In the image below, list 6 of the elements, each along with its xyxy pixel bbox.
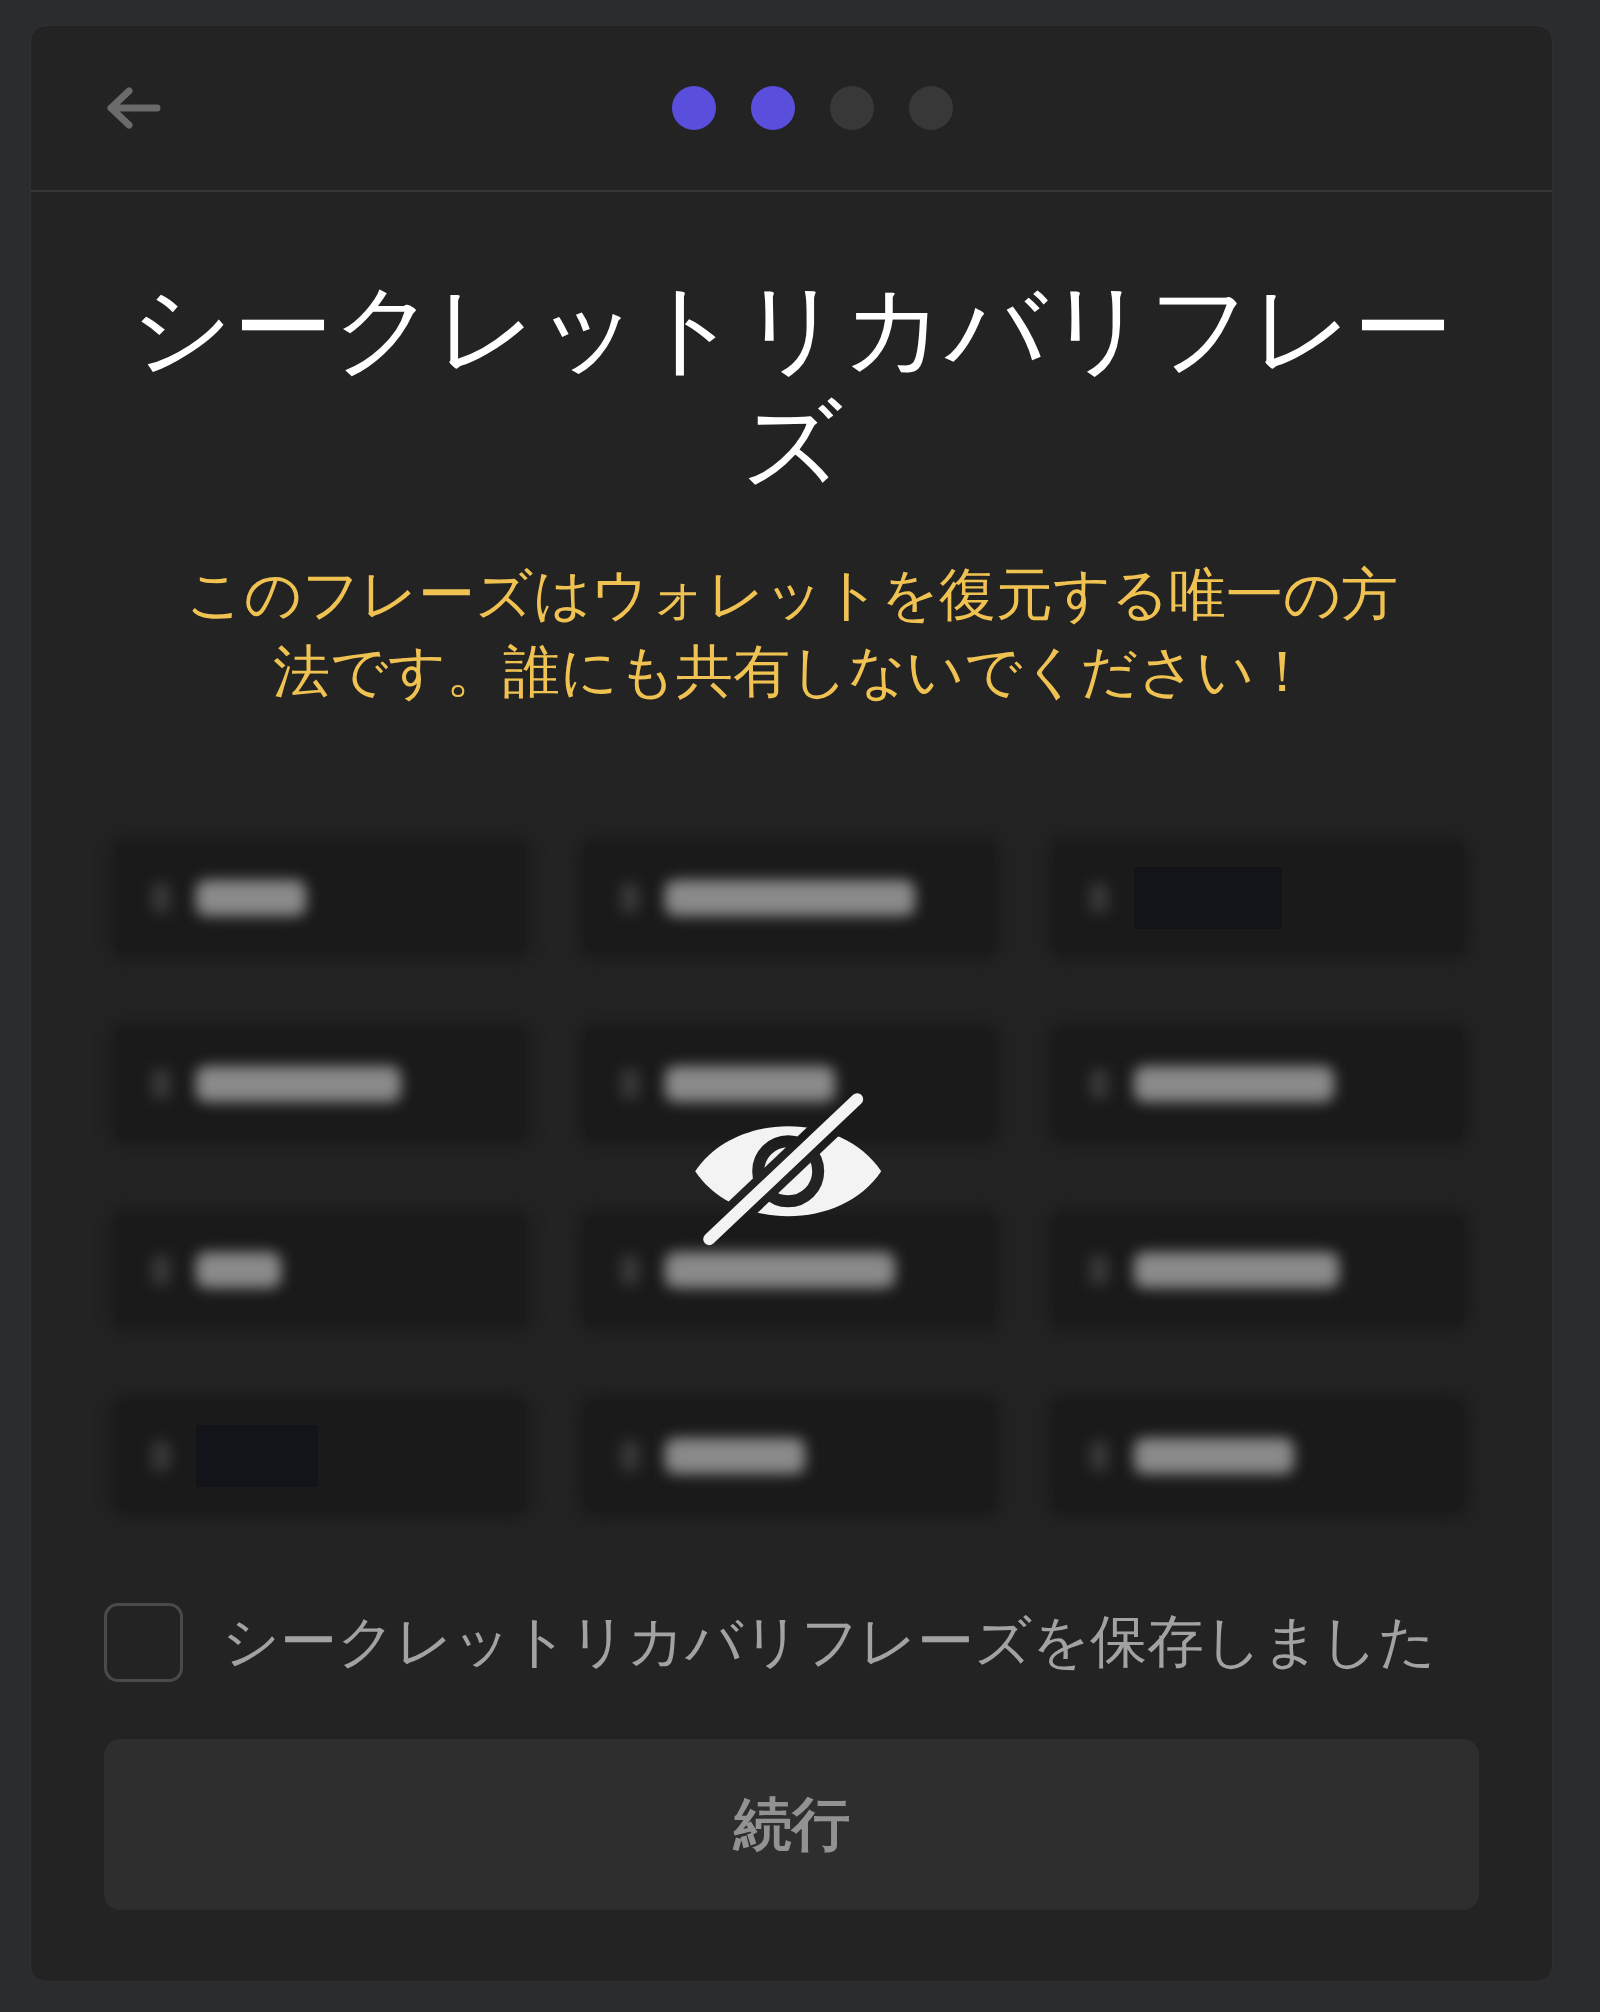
page-title: シークレットリカバリフレーズ: [129, 271, 1454, 501]
confirm-checkbox[interactable]: [104, 1602, 183, 1682]
eye-off-icon[interactable]: [692, 1091, 883, 1248]
back-arrow-icon[interactable]: [105, 86, 161, 130]
warning-text: このフレーズはウォレットを復元する唯一の方法です。誰にも共有しないでください！: [184, 560, 1399, 706]
checkbox-label: シークレットリカバリフレーズを保存しました: [222, 1606, 1436, 1676]
